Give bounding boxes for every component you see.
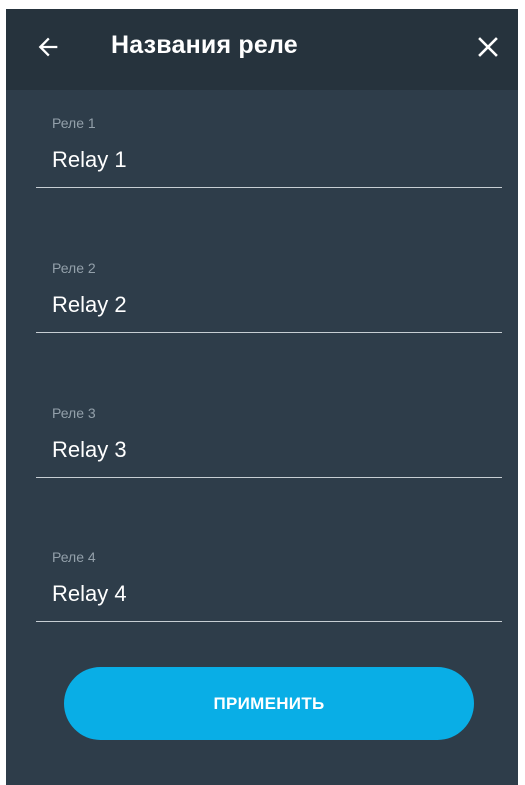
- relay-3-underline: [36, 477, 502, 478]
- apply-button[interactable]: ПРИМЕНИТЬ: [64, 667, 474, 740]
- relay-names-screen: Названия реле Реле 1 Реле 2 Реле 3 Реле …: [6, 9, 518, 785]
- relay-1-underline: [36, 187, 502, 188]
- page-title: Названия реле: [111, 31, 298, 59]
- relay-4-input[interactable]: [52, 577, 492, 611]
- relay-4-label: Реле 4: [52, 549, 96, 565]
- relay-2-underline: [36, 332, 502, 333]
- close-icon[interactable]: [476, 35, 500, 59]
- relay-2-input[interactable]: [52, 288, 492, 322]
- relay-1-label: Реле 1: [52, 115, 96, 131]
- arrow-left-icon[interactable]: [34, 33, 62, 61]
- relay-2-label: Реле 2: [52, 260, 96, 276]
- relay-1-input[interactable]: [52, 143, 492, 177]
- relay-3-input[interactable]: [52, 433, 492, 467]
- relay-3-label: Реле 3: [52, 405, 96, 421]
- relay-4-underline: [36, 621, 502, 622]
- top-app-bar: Названия реле: [6, 9, 518, 90]
